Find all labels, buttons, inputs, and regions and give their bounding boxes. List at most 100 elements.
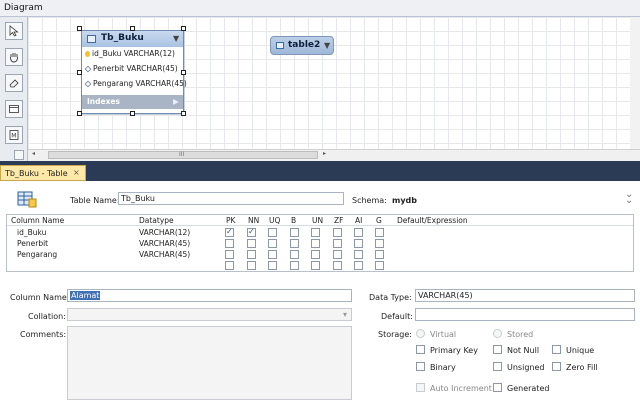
binary-checkbox[interactable] [416, 362, 425, 371]
indexes-section[interactable]: Indexes ▶ [82, 95, 183, 109]
resize-handle[interactable] [181, 70, 186, 75]
grid-header[interactable]: ZF [334, 216, 343, 225]
grid-flag-checkbox[interactable] [333, 261, 342, 270]
tab-tb-buku-table[interactable]: Tb_Buku - Table × [0, 165, 86, 181]
grid-flag-checkbox[interactable] [333, 250, 342, 259]
grid-header[interactable]: G [376, 216, 382, 225]
not-null-checkbox[interactable] [493, 345, 502, 354]
grid-flag-checkbox[interactable] [268, 228, 277, 237]
table-name-input[interactable]: Tb_Buku [118, 192, 344, 205]
table-editor-icon [17, 190, 37, 208]
grid-flag-checkbox[interactable] [290, 228, 299, 237]
layer-tool-icon[interactable] [5, 100, 23, 118]
grid-flag-checkbox[interactable] [375, 250, 384, 259]
grid-flag-checkbox[interactable] [225, 261, 234, 270]
pointer-tool-icon[interactable] [5, 22, 23, 40]
hand-tool-icon[interactable] [5, 48, 23, 66]
primary-key-checkbox[interactable] [416, 345, 425, 354]
unique-checkbox[interactable] [552, 345, 561, 354]
grid-flag-checkbox[interactable] [333, 239, 342, 248]
storage-virtual-radio[interactable] [416, 329, 425, 338]
grid-flag-checkbox[interactable] [354, 261, 363, 270]
resize-handle[interactable] [77, 111, 82, 116]
expand-arrow-icon[interactable]: ▶ [173, 97, 179, 106]
grid-header[interactable]: AI [355, 216, 362, 225]
grid-flag-checkbox[interactable] [247, 239, 256, 248]
note-tool-icon[interactable]: M [5, 126, 23, 144]
storage-stored-radio[interactable] [493, 329, 502, 338]
resize-handle[interactable] [130, 26, 135, 31]
collapse-arrow-icon[interactable]: ▼ [173, 34, 179, 43]
vertical-scrollbar[interactable] [630, 17, 640, 149]
table-entity-tb-buku[interactable]: Tb_Buku ▼ id_Buku VARCHAR(12) Penerbit V… [81, 30, 187, 114]
grid-flag-checkbox[interactable] [225, 250, 234, 259]
table-entity-table2[interactable]: table2 ▼ [270, 36, 334, 55]
grid-flag-checkbox[interactable] [354, 250, 363, 259]
columns-grid[interactable]: Column Name Datatype PK NN UQ B UN ZF AI… [6, 214, 634, 272]
scroll-left-icon[interactable]: ◂ [32, 150, 35, 157]
grid-header[interactable]: NN [248, 216, 259, 225]
comments-textarea[interactable] [67, 326, 352, 400]
grid-flag-checkbox[interactable] [225, 227, 234, 237]
scroll-grip: III [179, 151, 185, 158]
expand-arrow-icon[interactable]: ▼ [324, 41, 330, 50]
entity-title: table2 [288, 40, 321, 50]
grid-header[interactable]: PK [226, 216, 235, 225]
grid-cell-name[interactable]: id_Buku [17, 228, 46, 237]
auto-increment-checkbox[interactable] [416, 383, 425, 392]
data-type-input[interactable]: VARCHAR(45) [415, 289, 635, 302]
more-tools-icon[interactable] [14, 150, 24, 160]
grid-cell-name[interactable]: Penerbit [17, 239, 48, 248]
grid-header[interactable]: B [291, 216, 296, 225]
collapse-chevron-icon[interactable]: ⌄ ⌄ [625, 190, 633, 206]
grid-header[interactable]: Default/Expression [397, 216, 468, 225]
grid-header[interactable]: UQ [269, 216, 280, 225]
grid-flag-checkbox[interactable] [268, 239, 277, 248]
grid-flag-checkbox[interactable] [225, 239, 234, 248]
scroll-right-icon[interactable]: ▸ [323, 150, 326, 157]
grid-flag-checkbox[interactable] [290, 239, 299, 248]
grid-flag-checkbox[interactable] [247, 250, 256, 259]
grid-flag-checkbox[interactable] [247, 261, 256, 270]
resize-handle[interactable] [77, 26, 82, 31]
indexes-label: Indexes [87, 97, 120, 106]
grid-flag-checkbox[interactable] [375, 239, 384, 248]
grid-cell-type[interactable]: VARCHAR(45) [139, 250, 190, 259]
grid-flag-checkbox[interactable] [354, 239, 363, 248]
grid-flag-checkbox[interactable] [311, 250, 320, 259]
grid-flag-checkbox[interactable] [375, 228, 384, 237]
resize-handle[interactable] [181, 26, 186, 31]
binary-label: Binary [430, 363, 456, 372]
grid-flag-checkbox[interactable] [333, 228, 342, 237]
data-type-label: Data Type: [369, 293, 412, 302]
grid-flag-checkbox[interactable] [311, 239, 320, 248]
generated-checkbox[interactable] [493, 383, 502, 392]
grid-flag-checkbox[interactable] [268, 250, 277, 259]
resize-handle[interactable] [130, 111, 135, 116]
grid-cell-type[interactable]: VARCHAR(12) [139, 228, 190, 237]
grid-flag-checkbox[interactable] [311, 228, 320, 237]
grid-flag-checkbox[interactable] [311, 261, 320, 270]
grid-flag-checkbox[interactable] [290, 250, 299, 259]
grid-cell-name[interactable]: Pengarang [17, 250, 57, 259]
unsigned-checkbox[interactable] [493, 362, 502, 371]
grid-flag-checkbox[interactable] [247, 227, 256, 237]
grid-flag-checkbox[interactable] [354, 228, 363, 237]
zero-fill-checkbox[interactable] [552, 362, 561, 371]
resize-handle[interactable] [77, 70, 82, 75]
eraser-tool-icon[interactable] [5, 74, 23, 92]
close-icon[interactable]: × [73, 168, 80, 177]
column-name-input[interactable]: Alamat [67, 289, 352, 302]
grid-header[interactable]: UN [312, 216, 323, 225]
grid-flag-checkbox[interactable] [268, 261, 277, 270]
grid-cell-type[interactable]: VARCHAR(45) [139, 239, 190, 248]
grid-header[interactable]: Column Name [11, 216, 64, 225]
collation-select[interactable]: ▾ [67, 308, 352, 321]
table-icon [276, 42, 284, 49]
grid-header[interactable]: Datatype [139, 216, 174, 225]
resize-handle[interactable] [181, 111, 186, 116]
default-input[interactable] [415, 308, 635, 321]
grid-flag-checkbox[interactable] [290, 261, 299, 270]
grid-flag-checkbox[interactable] [375, 261, 384, 270]
diagram-title-bar: Diagram [0, 0, 640, 17]
